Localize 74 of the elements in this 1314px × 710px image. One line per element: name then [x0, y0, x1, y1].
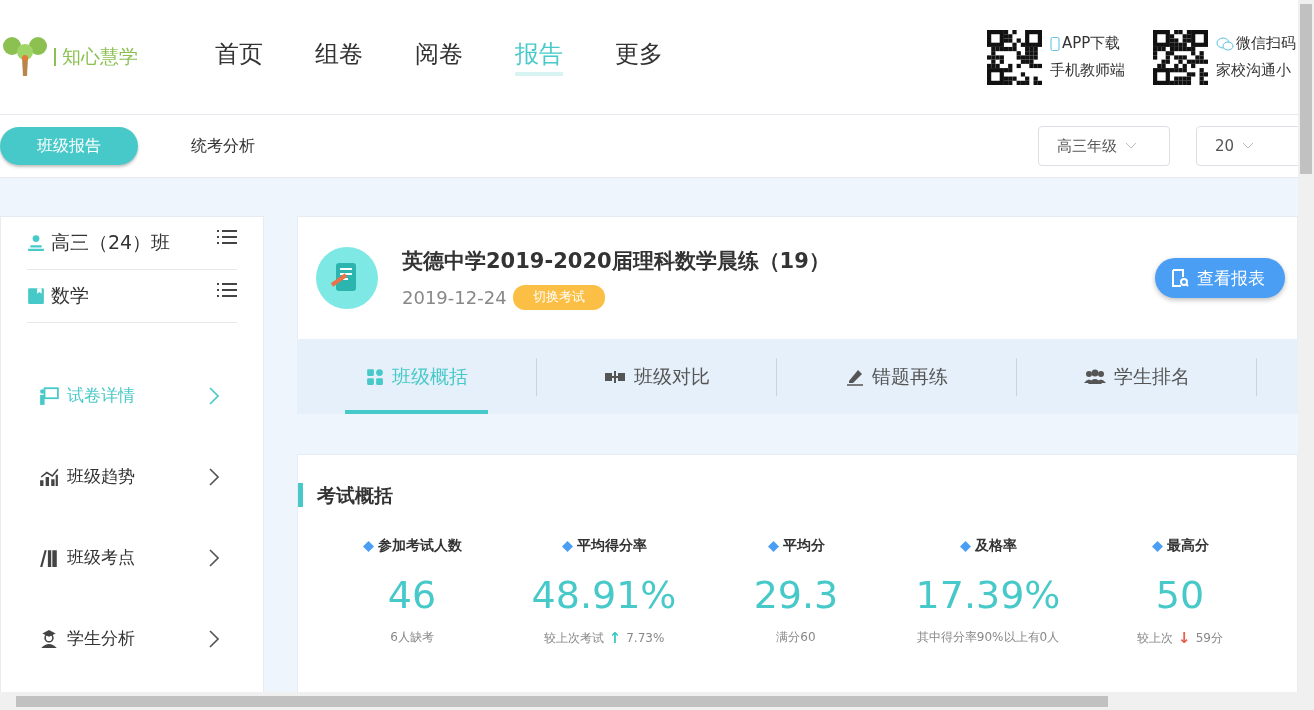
exam-title: 英德中学2019-2020届理科数学晨练（19） [402, 247, 830, 275]
vertical-scrollbar[interactable] [1298, 0, 1314, 692]
stat-label: 平均分 [782, 537, 825, 555]
sidebar-item[interactable]: 班级趋势 [39, 436, 219, 517]
stat-label: 及格率 [974, 537, 1017, 555]
chevron-right-icon [209, 629, 219, 648]
selector-label: 高三（24）班 [51, 230, 171, 255]
diamond-icon [1151, 540, 1163, 552]
stat-note: 6人缺考 [390, 629, 434, 646]
trend-arrow: ↑ [608, 629, 622, 647]
stat-note: 满分60 [776, 629, 816, 646]
diamond-icon [561, 540, 573, 552]
stat-value: 50 [1155, 573, 1205, 617]
report-section-tab[interactable]: 学生排名 [1017, 357, 1257, 396]
stat-note: 较上次 [1137, 629, 1174, 647]
report-section-tab[interactable]: 错题再练 [777, 357, 1017, 396]
promo-title: 微信扫码 [1236, 33, 1296, 54]
users-icon [1083, 367, 1106, 386]
diamond-icon [362, 540, 374, 552]
selector-label: 数学 [51, 283, 89, 308]
pencil-icon [845, 367, 864, 386]
promo-subtitle: 手机教师端 [1050, 60, 1125, 81]
phone-icon [1050, 36, 1060, 51]
chevron-right-icon [209, 548, 219, 567]
tree-logo-icon [0, 36, 50, 78]
nav-link[interactable]: 阅卷 [415, 38, 463, 76]
stat-value: 48.91% [531, 573, 677, 617]
grade-dropdown[interactable]: 20 [1196, 126, 1298, 166]
sidebar-item[interactable]: 班级考点 [39, 517, 219, 598]
scrollbar-thumb[interactable] [1300, 4, 1312, 174]
diamond-icon [959, 540, 971, 552]
board-icon [39, 385, 59, 406]
grid-icon [365, 367, 384, 386]
nav-link[interactable]: 组卷 [315, 38, 363, 76]
promo-title: APP下载 [1062, 33, 1121, 54]
trend-arrow: ↓ [1178, 629, 1191, 647]
chevron-right-icon [209, 386, 219, 405]
graduate-icon [39, 628, 59, 649]
book-icon [27, 287, 45, 305]
chevron-right-icon [209, 467, 219, 486]
promo-subtitle: 家校沟通小 [1216, 60, 1292, 81]
logo-text: 知心慧学 [62, 44, 138, 69]
stat-change: 7.73% [626, 631, 665, 645]
report-section-tab[interactable]: 班级对比 [537, 357, 777, 396]
diamond-icon [767, 540, 779, 552]
stat-value: 29.3 [753, 573, 839, 617]
chat-bubbles-icon [1216, 36, 1234, 51]
stat-value: 46 [387, 573, 437, 617]
qr-code-icon [1153, 29, 1208, 85]
nav-link[interactable]: 首页 [215, 38, 263, 76]
document-search-icon [1171, 269, 1189, 287]
stat-label: 平均得分率 [576, 537, 647, 555]
grade-dropdown[interactable]: 高三年级 [1038, 126, 1170, 166]
horizontal-scrollbar[interactable] [0, 692, 1298, 710]
bar-chart-icon [39, 466, 59, 487]
nav-link[interactable]: 更多 [615, 38, 663, 76]
books-icon [39, 547, 59, 568]
stat-note: 其中得分率90%以上有0人 [916, 629, 1060, 646]
teacher-icon [27, 234, 45, 252]
exam-date: 2019-12-24 [402, 286, 507, 308]
stat-value: 17.39% [915, 573, 1061, 617]
chevron-down-icon [1125, 142, 1137, 150]
scroll-icon [316, 247, 378, 309]
report-tab[interactable]: 统考分析 [154, 127, 292, 165]
stat-change: 59分 [1195, 629, 1223, 647]
scrollbar-thumb[interactable] [16, 696, 1108, 707]
sidebar-item[interactable]: 学生分析 [39, 598, 219, 679]
list-icon[interactable] [217, 282, 237, 298]
stat-label: 最高分 [1166, 537, 1209, 555]
chevron-down-icon [1242, 142, 1255, 150]
qr-code-icon [987, 29, 1042, 85]
list-icon[interactable] [217, 229, 237, 245]
stat-note: 较上次考试 [543, 629, 604, 647]
stat-label: 参加考试人数 [377, 537, 462, 555]
